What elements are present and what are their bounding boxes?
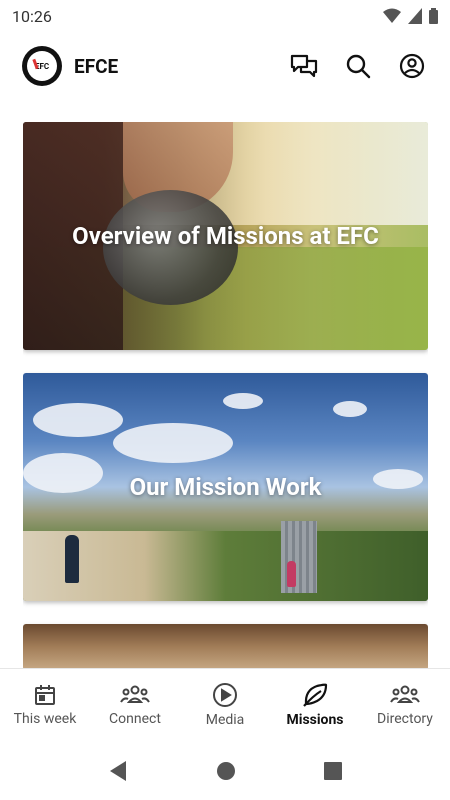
signal-icon	[408, 8, 422, 24]
bottom-navigation: This week Connect Media Missions Directo…	[0, 668, 450, 740]
nav-item-connect[interactable]: Connect	[90, 669, 180, 740]
calendar-icon	[35, 684, 55, 705]
mission-card-overview[interactable]: Overview of Missions at EFC	[23, 122, 428, 350]
missions-list[interactable]: Overview of Missions at EFC Our Mission …	[23, 122, 428, 668]
account-circle-icon	[399, 53, 425, 79]
nav-label: Missions	[286, 711, 344, 728]
back-icon[interactable]	[108, 760, 128, 782]
leaf-icon	[303, 683, 328, 707]
nav-label: This week	[13, 710, 77, 727]
play-icon	[213, 682, 237, 707]
wifi-icon	[383, 8, 401, 23]
home-icon[interactable]	[216, 761, 236, 781]
chat-icon	[290, 54, 318, 78]
nav-label: Directory	[377, 710, 433, 727]
nav-label: Media	[205, 711, 245, 728]
group-icon	[390, 685, 420, 703]
nav-item-this-week[interactable]: This week	[0, 669, 90, 740]
people-icon	[120, 685, 150, 703]
status-icons	[383, 8, 438, 24]
nav-item-directory[interactable]: Directory	[360, 669, 450, 740]
card-title: Overview of Missions at EFC	[72, 222, 379, 250]
battery-icon	[429, 8, 438, 24]
nav-label: Connect	[109, 710, 161, 727]
status-time: 10:26	[12, 6, 52, 26]
profile-button[interactable]	[396, 50, 428, 82]
nav-item-media[interactable]: Media	[180, 669, 270, 740]
recents-icon[interactable]	[324, 762, 342, 780]
church-logo[interactable]: EFC	[22, 46, 62, 86]
search-icon	[346, 54, 371, 79]
logo-mark: EFC	[27, 51, 57, 81]
app-bar: EFC EFCE	[0, 40, 450, 92]
mission-card-map[interactable]	[23, 624, 428, 668]
status-bar: 10:26	[0, 0, 450, 32]
app-actions	[288, 50, 428, 82]
system-navigation	[0, 742, 450, 800]
nav-item-missions[interactable]: Missions	[270, 669, 360, 740]
search-button[interactable]	[342, 50, 374, 82]
mission-card-our-work[interactable]: Our Mission Work	[23, 373, 428, 601]
messages-button[interactable]	[288, 50, 320, 82]
card-title: Our Mission Work	[129, 473, 322, 501]
app-title: EFCE	[74, 54, 119, 78]
